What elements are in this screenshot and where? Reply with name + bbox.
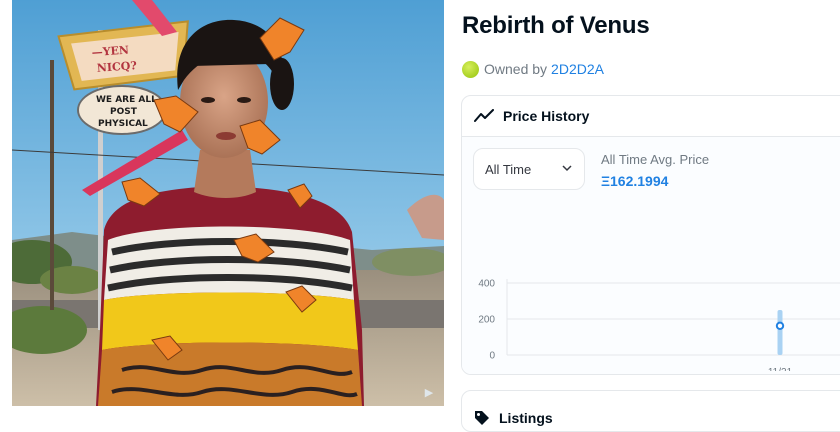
owner-row: Owned by 2D2D2A: [462, 60, 604, 78]
time-range-value: All Time: [485, 161, 532, 177]
nft-artwork[interactable]: —YEN NICQ? WE ARE ALL POST PHYSICAL ▶: [12, 0, 444, 406]
x-tick-label: 11/21: [768, 367, 793, 371]
artwork-image: —YEN NICQ? WE ARE ALL POST PHYSICAL: [12, 0, 444, 406]
chevron-down-icon: [562, 165, 572, 172]
owner-link[interactable]: 2D2D2A: [551, 61, 604, 77]
owned-by-label: Owned by: [484, 61, 548, 77]
listings-panel: Listings: [461, 390, 840, 432]
svg-text:POST: POST: [110, 107, 138, 117]
svg-text:PHYSICAL: PHYSICAL: [98, 119, 148, 129]
listings-title: Listings: [499, 410, 553, 426]
price-history-panel: Price History All Time All Time Avg. Pri…: [461, 95, 840, 375]
time-range-select[interactable]: All Time: [473, 148, 585, 190]
svg-text:—YEN: —YEN: [91, 44, 129, 60]
trend-line-icon: [474, 109, 494, 122]
price-history-header[interactable]: Price History: [462, 96, 840, 137]
y-tick-label: 400: [478, 279, 495, 290]
owner-avatar: [462, 60, 479, 78]
y-tick-label: 200: [478, 315, 495, 326]
avg-price-value: Ξ162.1994: [601, 173, 669, 189]
item-title: Rebirth of Venus: [462, 12, 650, 39]
play-icon[interactable]: ▶: [422, 386, 436, 400]
price-history-title: Price History: [503, 108, 590, 124]
price-point[interactable]: [775, 321, 785, 331]
svg-text:NICQ?: NICQ?: [96, 59, 137, 75]
y-tick-label: 0: [489, 351, 495, 362]
price-range-bar: [777, 310, 783, 355]
avg-price-label: All Time Avg. Price: [601, 152, 710, 167]
tag-icon: [475, 411, 489, 425]
listings-header[interactable]: Listings: [462, 391, 840, 431]
svg-text:WE ARE ALL: WE ARE ALL: [96, 95, 157, 105]
price-chart: 400 200 0 11/21: [478, 279, 840, 371]
